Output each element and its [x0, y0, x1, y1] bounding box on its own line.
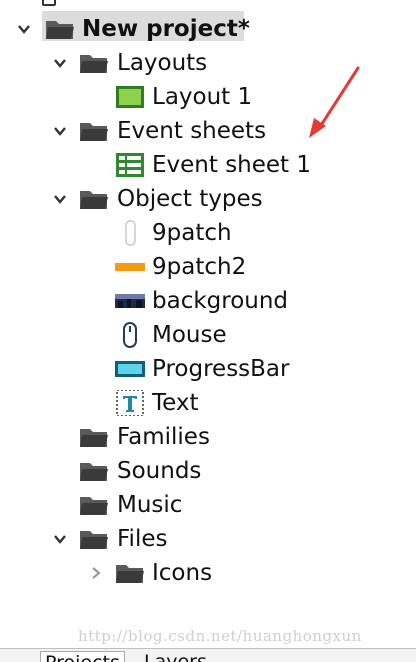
item-label: Mouse — [152, 322, 227, 348]
folder-icon — [78, 424, 110, 450]
tree-node-music[interactable]: Music — [0, 488, 400, 522]
chevron-down-icon[interactable] — [52, 55, 68, 71]
group-label: Layouts — [117, 50, 208, 76]
tree-node-object-types[interactable]: Object types — [0, 182, 400, 216]
9patch2-icon — [114, 254, 146, 280]
project-title: New project* — [82, 16, 250, 42]
folder-icon — [44, 16, 76, 42]
mouse-icon — [114, 322, 146, 348]
tree-node-event-sheet-1[interactable]: Event sheet 1 — [0, 148, 400, 182]
tree-node-background[interactable]: background — [0, 284, 400, 318]
tree-node-progressbar[interactable]: ProgressBar — [0, 352, 400, 386]
folder-icon — [78, 526, 110, 552]
tree-node-mouse[interactable]: Mouse — [0, 318, 400, 352]
tree-node-families[interactable]: Families — [0, 420, 400, 454]
project-tree[interactable]: New project* Layouts Layout 1 Event shee… — [0, 8, 416, 608]
item-label: Icons — [152, 560, 213, 586]
tree-node-files[interactable]: Files — [0, 522, 400, 556]
tree-node-project-root[interactable]: New project* — [0, 12, 400, 46]
chevron-right-icon[interactable] — [88, 565, 104, 581]
progressbar-icon — [114, 356, 146, 382]
tree-node-event-sheets[interactable]: Event sheets — [0, 114, 400, 148]
layout-icon — [114, 84, 146, 110]
chevron-down-icon[interactable] — [52, 123, 68, 139]
tree-node-9patch2[interactable]: 9patch2 — [0, 250, 400, 284]
chevron-down-icon[interactable] — [16, 21, 32, 37]
folder-icon — [114, 560, 146, 586]
item-label: Event sheet 1 — [152, 152, 312, 178]
group-label: Sounds — [117, 458, 202, 484]
folder-icon — [78, 50, 110, 76]
item-label: Text — [152, 390, 199, 416]
tree-node-icons[interactable]: Icons — [0, 556, 400, 590]
image-thumbnail-icon — [114, 288, 146, 314]
group-label: Music — [117, 492, 183, 518]
9patch-icon — [114, 220, 146, 246]
chevron-down-icon[interactable] — [52, 531, 68, 547]
tree-node-layouts[interactable]: Layouts — [0, 46, 400, 80]
text-object-icon — [114, 390, 146, 416]
folder-icon — [78, 492, 110, 518]
tree-node-sounds[interactable]: Sounds — [0, 454, 400, 488]
tree-node-9patch[interactable]: 9patch — [0, 216, 400, 250]
group-label: Families — [117, 424, 210, 450]
item-label: background — [152, 288, 289, 314]
item-label: ProgressBar — [152, 356, 290, 382]
group-label: Event sheets — [117, 118, 267, 144]
tree-node-text[interactable]: Text — [0, 386, 400, 420]
chevron-down-icon[interactable] — [52, 191, 68, 207]
top-edge — [0, 0, 416, 6]
folder-icon — [78, 458, 110, 484]
item-label: 9patch2 — [152, 254, 247, 280]
group-label: Object types — [117, 186, 263, 212]
item-label: Layout 1 — [152, 84, 253, 110]
tree-node-layout-1[interactable]: Layout 1 — [0, 80, 400, 114]
tab-projects[interactable]: Projects — [40, 651, 125, 662]
event-sheet-icon — [114, 152, 146, 178]
panel-tab-bar: Projects Layers — [0, 648, 416, 662]
item-label: 9patch — [152, 220, 232, 246]
tab-layers[interactable]: Layers — [140, 651, 211, 662]
folder-icon — [78, 186, 110, 212]
clipped-icon-fragment — [42, 0, 56, 6]
watermark: http://blog.csdn.net/huanghongxun — [78, 627, 362, 645]
group-label: Files — [117, 526, 168, 552]
folder-icon — [78, 118, 110, 144]
